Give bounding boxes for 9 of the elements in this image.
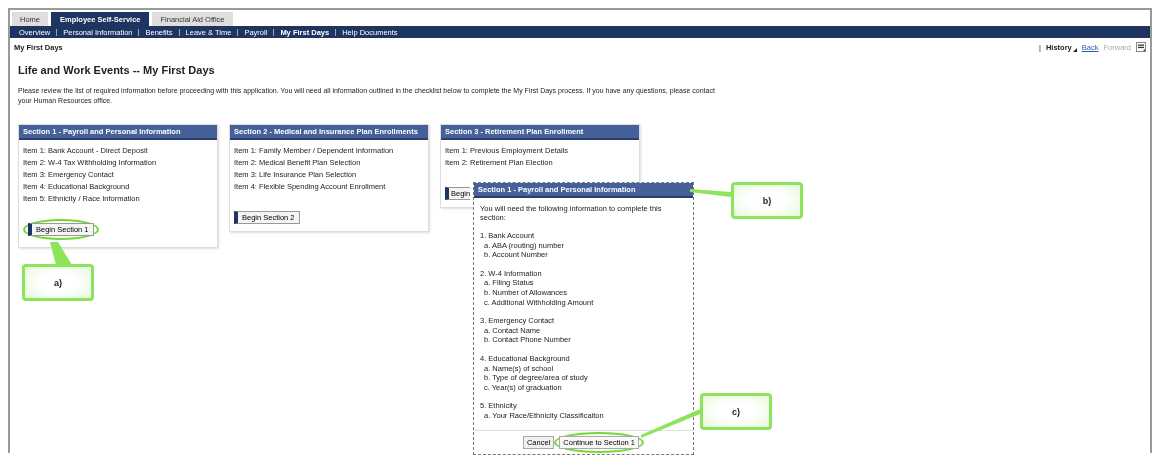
callout-label: c) xyxy=(700,393,772,430)
caret-icon xyxy=(1072,47,1077,52)
callout-label: b) xyxy=(731,182,803,219)
leader-line xyxy=(50,242,72,265)
page-title: Life and Work Events -- My First Days xyxy=(18,64,216,76)
leader-line xyxy=(641,409,700,438)
callout-label: a) xyxy=(22,264,94,301)
menu-icon[interactable] xyxy=(1136,42,1146,52)
leader-line xyxy=(690,189,731,197)
